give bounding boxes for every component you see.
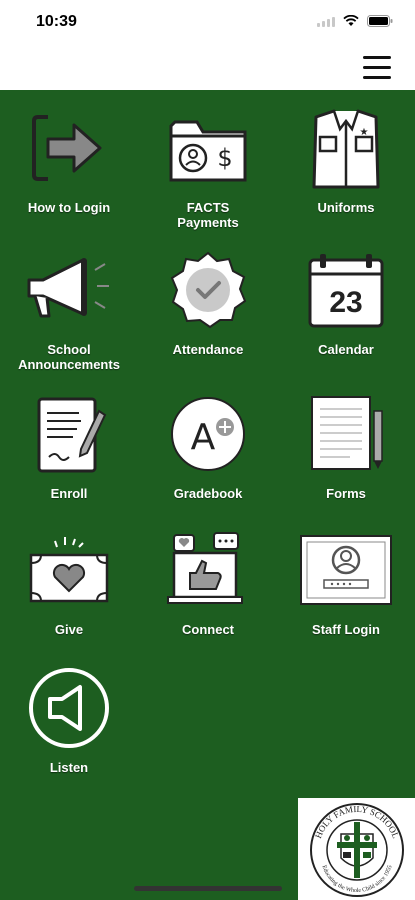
- checkmark-badge-icon: [160, 242, 256, 338]
- svg-text:$: $: [217, 144, 232, 172]
- tile-enroll[interactable]: Enroll: [0, 386, 138, 501]
- tile-uniforms[interactable]: ★ Uniforms: [277, 100, 415, 215]
- uniform-shirt-icon: ★: [298, 100, 394, 196]
- tile-staff-login[interactable]: Staff Login: [277, 522, 415, 637]
- speaker-icon: [21, 660, 117, 756]
- donation-heart-icon: [21, 522, 117, 618]
- hamburger-menu-icon[interactable]: [363, 56, 391, 80]
- svg-text:★: ★: [360, 127, 369, 138]
- enroll-document-icon: [21, 386, 117, 482]
- tile-forms[interactable]: Forms: [277, 386, 415, 501]
- grade-letter: A: [191, 417, 216, 458]
- battery-icon: [367, 15, 393, 27]
- tile-how-to-login[interactable]: How to Login: [0, 100, 138, 215]
- tile-school-announcements[interactable]: School Announcements: [0, 242, 138, 372]
- tile-label: Forms: [326, 486, 366, 501]
- tile-label: Attendance: [172, 342, 244, 357]
- payments-folder-icon: $: [160, 100, 256, 196]
- tile-grid: How to Login $ FACTS Payments ★ Uniforms…: [0, 90, 415, 900]
- tile-gradebook[interactable]: A Gradebook: [139, 386, 277, 501]
- tile-label: How to Login: [27, 200, 111, 215]
- status-icons: [317, 15, 393, 27]
- tile-label: Gradebook: [173, 486, 243, 501]
- social-connect-icon: [160, 522, 256, 618]
- gradebook-grade-icon: A: [160, 386, 256, 482]
- staff-login-icon: [298, 522, 394, 618]
- tile-give[interactable]: Give: [0, 522, 138, 637]
- login-arrow-icon: [21, 100, 117, 196]
- calendar-icon: 23: [298, 242, 394, 338]
- tile-listen[interactable]: Listen: [0, 660, 138, 775]
- cellular-signal-icon: [317, 16, 335, 27]
- tile-label: Enroll: [50, 486, 88, 501]
- status-bar: 10:39: [0, 0, 415, 44]
- calendar-day: 23: [329, 286, 362, 319]
- tile-facts-payments[interactable]: $ FACTS Payments: [139, 100, 277, 230]
- megaphone-icon: [21, 242, 117, 338]
- tile-label: Calendar: [318, 342, 374, 357]
- forms-document-icon: [298, 386, 394, 482]
- tile-calendar[interactable]: 23 Calendar: [277, 242, 415, 357]
- app-header: [0, 44, 415, 90]
- tile-label: Staff Login: [312, 622, 380, 637]
- tile-label: Connect: [182, 622, 234, 637]
- tile-label: Give: [54, 622, 84, 637]
- school-logo: HOLY FAMILY SCHOOL Educating the Whole C…: [298, 798, 415, 900]
- tile-label: School Announcements: [18, 342, 120, 372]
- tile-connect[interactable]: Connect: [139, 522, 277, 637]
- tile-label: Listen: [49, 760, 89, 775]
- tile-label: FACTS Payments: [177, 200, 239, 230]
- wifi-icon: [343, 15, 359, 27]
- status-time: 10:39: [36, 13, 77, 30]
- tile-attendance[interactable]: Attendance: [139, 242, 277, 357]
- tile-label: Uniforms: [317, 200, 375, 215]
- home-indicator[interactable]: [134, 886, 282, 891]
